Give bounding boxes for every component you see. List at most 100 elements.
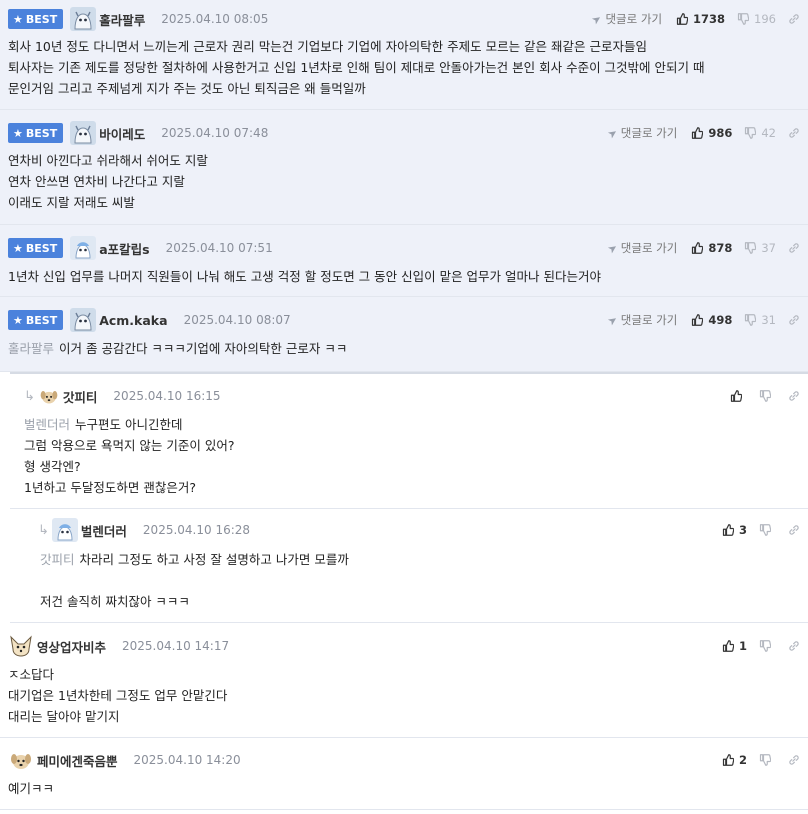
quoted-nickname[interactable]: 갓피티 xyxy=(40,552,75,567)
nickname[interactable]: Acm.kaka xyxy=(99,313,167,328)
comment-line: 벌렌더러 누구편도 아니긴한데 xyxy=(24,414,235,435)
comment-line: 1년차 신입 업무를 나머지 직원들이 나눠 해도 고생 걱정 할 정도면 그 … xyxy=(8,269,602,284)
like-button[interactable]: 498 xyxy=(691,313,732,327)
comment-line: 1년하고 두달정도하면 괜찮은거? xyxy=(24,480,197,495)
comment-line: 문인거임 그리고 주제넘게 지가 주는 것도 아닌 퇴직금은 왜 들먹일까 xyxy=(8,81,366,96)
avatar[interactable] xyxy=(38,386,60,406)
like-button[interactable] xyxy=(730,390,747,402)
nickname[interactable]: 페미에겐죽음뿐 xyxy=(37,751,118,770)
goto-label: 댓글로 가기 xyxy=(605,12,663,26)
like-count: 498 xyxy=(708,313,733,327)
like-button[interactable]: 3 xyxy=(722,523,747,537)
comment-header: ★ BEST Acm.kaka 2025.04.10 08:07 ➤ 댓글로 가기 … xyxy=(8,308,808,332)
link-icon[interactable] xyxy=(788,390,800,402)
link-icon[interactable] xyxy=(788,314,800,326)
nickname[interactable]: 벌렌더러 xyxy=(81,521,127,540)
goto-label: 댓글로 가기 xyxy=(620,126,678,140)
avatar[interactable] xyxy=(70,7,96,31)
goto-comment-button[interactable]: ➤ 댓글로 가기 xyxy=(605,312,678,328)
avatar[interactable] xyxy=(70,308,96,332)
dislike-button[interactable]: 196 xyxy=(737,12,776,26)
nickname[interactable]: 영상업자비추 xyxy=(37,637,106,656)
dislike-button[interactable] xyxy=(759,524,776,536)
send-icon: ➤ xyxy=(604,240,620,256)
comment-date: 2025.04.10 08:07 xyxy=(183,313,291,327)
reply-comment: ↳ 벌렌더러 2025.04.10 16:28 3 갓피티 차라리 그정도 하고 … xyxy=(10,509,808,623)
nickname[interactable]: 갓피티 xyxy=(63,387,98,406)
link-icon[interactable] xyxy=(788,242,800,254)
link-icon[interactable] xyxy=(788,640,800,652)
avatar[interactable] xyxy=(70,121,96,145)
avatar[interactable] xyxy=(8,748,34,772)
best-badge: ★ BEST xyxy=(8,310,64,330)
goto-comment-button[interactable]: ➤ 댓글로 가기 xyxy=(605,125,678,141)
comment-actions: 1 xyxy=(722,639,800,653)
dislike-button[interactable] xyxy=(759,640,776,652)
avatar[interactable] xyxy=(8,634,34,658)
dislike-button[interactable] xyxy=(759,390,776,402)
dislike-button[interactable]: 37 xyxy=(744,241,776,255)
best-label: BEST xyxy=(25,126,58,140)
thumbs-down-icon xyxy=(759,640,771,652)
avatar[interactable] xyxy=(70,236,96,260)
nickname[interactable]: 홀라팔루 xyxy=(99,10,145,29)
like-count: 986 xyxy=(708,126,733,140)
comment-header: ↳ 갓피티 2025.04.10 16:15 xyxy=(24,384,808,408)
link-icon[interactable] xyxy=(788,754,800,766)
goto-comment-button[interactable]: ➤ 댓글로 가기 xyxy=(589,11,663,27)
comment-actions: ➤ 댓글로 가기 878 37 xyxy=(604,240,800,256)
like-count: 878 xyxy=(708,241,733,255)
best-comment: ★ BEST Acm.kaka 2025.04.10 08:07 ➤ 댓글로 가기 … xyxy=(0,297,808,372)
like-button[interactable]: 1 xyxy=(722,639,747,653)
comment-line: 갓피티 차라리 그정도 하고 사정 잘 설명하고 나가면 모를까 xyxy=(40,549,349,570)
comment-line: ㅈ소답다 xyxy=(8,667,55,682)
like-button[interactable]: 986 xyxy=(691,126,732,140)
reply-arrow-icon: ↳ xyxy=(24,388,35,404)
reply-arrow-icon: ↳ xyxy=(38,522,49,538)
comment-body: 예기ㅋㅋ xyxy=(8,778,54,799)
goto-label: 댓글로 가기 xyxy=(620,313,678,327)
thumbs-up-icon xyxy=(691,127,703,139)
dislike-button[interactable]: 42 xyxy=(744,126,776,140)
comment-line: 형 생각엔? xyxy=(24,459,81,474)
thumbs-down-icon xyxy=(759,754,771,766)
comment-body: 회사 10년 정도 다니면서 느끼는게 근로자 권리 막는건 기업보다 기업에 … xyxy=(8,36,802,99)
comment-line: 홀라팔루 이거 좀 공감간다 ㅋㅋㅋ기업에 자아의탁한 근로자 ㅋㅋ xyxy=(8,338,347,359)
like-button[interactable]: 1738 xyxy=(676,12,725,26)
dislike-button[interactable] xyxy=(759,754,776,766)
nickname[interactable]: 바이레도 xyxy=(99,124,145,143)
comment-actions: 2 xyxy=(722,753,800,767)
avatar[interactable] xyxy=(52,518,78,542)
comment-header: ★ BEST 홀라팔루 2025.04.10 08:05 ➤ 댓글로 가기 1738… xyxy=(8,7,808,31)
comment-line: 그럼 악용으로 욕먹지 않는 기준이 있어? xyxy=(24,438,235,453)
best-comment: ★ BEST 바이레도 2025.04.10 07:48 ➤ 댓글로 가기 986 … xyxy=(0,110,808,225)
goto-label: 댓글로 가기 xyxy=(620,241,678,255)
link-icon[interactable] xyxy=(788,524,800,536)
dislike-count: 42 xyxy=(761,126,776,140)
comment-line: 퇴사자는 기존 제도를 정당한 절차하에 사용한거고 신입 1년차로 인해 팀이… xyxy=(8,60,705,75)
comment-body: 연차비 아낀다고 쉬라해서 쉬어도 지랄 연차 안쓰면 연차비 나간다고 지랄 … xyxy=(8,150,208,213)
link-icon[interactable] xyxy=(788,127,800,139)
comment-body: 1년차 신입 업무를 나머지 직원들이 나눠 해도 고생 걱정 할 정도면 그 … xyxy=(8,266,601,287)
thumbs-down-icon xyxy=(737,13,749,25)
dislike-count: 31 xyxy=(761,313,776,327)
dislike-button[interactable]: 31 xyxy=(744,313,776,327)
thumbs-down-icon xyxy=(744,127,756,139)
like-button[interactable]: 878 xyxy=(691,241,732,255)
comment-line: 저건 솔직히 짜치잖아 ㅋㅋㅋ xyxy=(40,594,190,609)
comment-date: 2025.04.10 16:28 xyxy=(142,523,251,537)
like-button[interactable]: 2 xyxy=(722,753,747,767)
best-badge: ★ BEST xyxy=(8,238,64,258)
quoted-nickname[interactable]: 벌렌더러 xyxy=(24,417,70,432)
nickname[interactable]: a포칼립s xyxy=(99,239,149,258)
goto-comment-button[interactable]: ➤ 댓글로 가기 xyxy=(604,240,678,256)
comment-header: ★ BEST 바이레도 2025.04.10 07:48 ➤ 댓글로 가기 986 … xyxy=(8,121,808,145)
comment-date: 2025.04.10 07:51 xyxy=(165,241,273,255)
link-icon[interactable] xyxy=(788,13,800,25)
comment-date: 2025.04.10 08:05 xyxy=(161,12,269,26)
star-icon: ★ xyxy=(13,241,23,255)
like-count: 1738 xyxy=(693,12,726,26)
send-icon: ➤ xyxy=(589,11,605,27)
quoted-nickname[interactable]: 홀라팔루 xyxy=(8,341,54,356)
